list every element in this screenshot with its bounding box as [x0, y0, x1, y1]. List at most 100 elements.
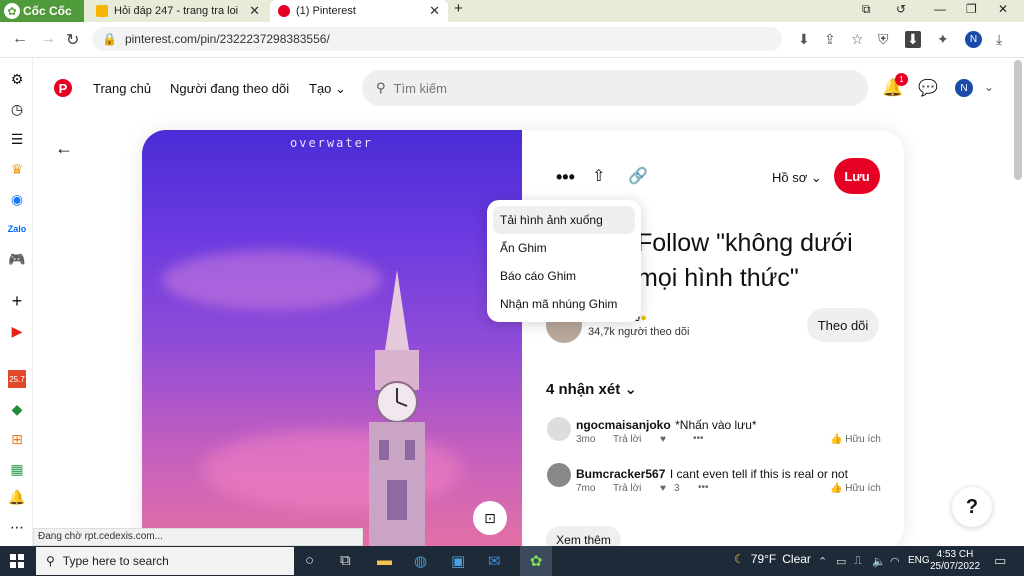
weather-widget[interactable]: ☾ 79°F Clear — [734, 552, 811, 566]
history-back-icon[interactable]: ↺ — [896, 2, 906, 16]
chevron-down-icon: ⌄ — [810, 170, 822, 185]
table-app-icon[interactable]: ▦ — [8, 460, 26, 478]
search-icon: ⚲ — [376, 80, 386, 95]
edge-icon[interactable]: ◍ — [414, 552, 427, 570]
pinterest-logo-icon[interactable]: P — [54, 79, 72, 97]
nav-following[interactable]: Người đang theo dõi — [170, 81, 289, 96]
comment-avatar[interactable] — [547, 463, 571, 487]
menu-item-download-image[interactable]: Tải hình ảnh xuống — [493, 206, 635, 234]
shield-icon[interactable]: ⛨ — [878, 31, 889, 48]
search-placeholder: Tìm kiếm — [393, 80, 447, 96]
restore-icon[interactable]: ❐ — [966, 2, 977, 16]
file-explorer-icon[interactable]: ▬ — [377, 552, 392, 569]
forward-icon[interactable]: → — [40, 30, 56, 48]
close-window-icon[interactable]: ✕ — [998, 2, 1008, 16]
comment-helpful-link[interactable]: 👍 Hữu ích — [830, 483, 881, 494]
nav-create-label: Tạo — [309, 81, 332, 96]
visual-search-lens-icon[interactable]: ⊡ — [473, 501, 507, 535]
pinterest-search-input[interactable]: ⚲ Tìm kiếm — [362, 70, 868, 106]
help-button[interactable]: ? — [952, 487, 992, 527]
messenger-icon[interactable]: ◉ — [8, 190, 26, 208]
notification-center-icon[interactable]: ▭ — [994, 553, 1006, 569]
board-select[interactable]: Hồ sơ ⌄ — [772, 170, 822, 186]
windows-start-icon[interactable] — [10, 554, 24, 568]
comment-reply-link[interactable]: Trả lời — [613, 483, 641, 494]
notification-bell-icon[interactable]: 🔔 — [8, 488, 26, 506]
extensions-icon[interactable]: ✦ — [937, 31, 949, 48]
comment-time: 7mo — [576, 483, 596, 494]
browser-tab-hoidap[interactable]: Hỏi đáp 247 - trang tra loi ✕ — [88, 0, 268, 22]
mail-icon[interactable]: ✉ — [488, 552, 501, 570]
install-app-icon[interactable]: ⬇ — [798, 31, 810, 48]
taskbar-search-placeholder: Type here to search — [62, 554, 169, 568]
cortana-icon[interactable]: ○ — [305, 552, 314, 569]
download-savior-icon[interactable]: ⬇ — [905, 31, 921, 48]
menu-item-report-pin[interactable]: Báo cáo Ghim — [493, 262, 635, 290]
comment-avatar[interactable] — [547, 417, 571, 441]
nav-create[interactable]: Tạo ⌄ — [309, 81, 346, 97]
settings-gear-icon[interactable]: ⚙ — [8, 70, 26, 88]
store-icon[interactable]: ▣ — [451, 552, 465, 570]
follow-button[interactable]: Theo dõi — [807, 308, 879, 342]
bookmark-star-icon[interactable]: ☆ — [851, 31, 864, 48]
add-sidebar-icon[interactable]: + — [8, 291, 26, 311]
copy-link-icon[interactable]: 🔗 — [628, 166, 648, 186]
tab-title: (1) Pinterest — [296, 5, 356, 17]
new-tab-icon[interactable]: + — [454, 0, 463, 17]
comment-like-heart-icon[interactable]: ♥ — [660, 483, 666, 494]
task-view-icon[interactable]: ⧉ — [340, 552, 351, 569]
network-icon[interactable]: ⎍ — [854, 555, 862, 568]
close-tab-icon[interactable]: ✕ — [249, 3, 260, 19]
menu-item-embed-code[interactable]: Nhận mã nhúng Ghim — [493, 290, 635, 318]
comment-like-heart-icon[interactable]: ♥ — [660, 434, 666, 445]
reading-mode-icon[interactable]: ⧉ — [862, 2, 871, 17]
account-chevron-down-icon[interactable]: ⌄ — [984, 80, 994, 94]
browser-brand[interactable]: ✿ Cốc Cốc — [4, 2, 72, 20]
save-pin-button[interactable]: Lưu — [834, 158, 880, 194]
comment-reply-link[interactable]: Trả lời — [613, 434, 641, 445]
volume-icon[interactable]: 🔈 — [872, 555, 886, 568]
tray-chevron-icon[interactable]: ⌃ — [818, 555, 827, 568]
more-dots-icon[interactable]: ⋯ — [8, 518, 26, 536]
address-bar[interactable]: 🔒 pinterest.com/pin/2322237298383556/ — [92, 27, 782, 51]
zalo-icon[interactable]: Zalo — [8, 220, 27, 238]
turtle-icon[interactable]: ◆ — [8, 400, 26, 418]
user-avatar[interactable]: N — [955, 79, 973, 97]
menu-item-hide-pin[interactable]: Ẩn Ghim — [493, 234, 635, 262]
browser-tab-pinterest[interactable]: (1) Pinterest ✕ — [270, 0, 448, 22]
reload-icon[interactable]: ↻ — [66, 30, 79, 50]
youtube-icon[interactable]: ▶ — [8, 322, 26, 340]
crown-icon[interactable]: ♛ — [8, 160, 26, 178]
share-page-icon[interactable]: ⇪ — [824, 31, 836, 48]
minimize-icon[interactable]: — — [934, 2, 946, 16]
input-language[interactable]: ENG — [908, 555, 930, 566]
messages-chat-icon[interactable]: 💬 — [918, 78, 938, 98]
shopping-sale-icon[interactable]: 25.7 — [8, 370, 26, 388]
back-icon[interactable]: ← — [12, 30, 28, 48]
history-icon[interactable]: ◷ — [8, 100, 26, 118]
browser-profile-avatar[interactable]: N — [965, 31, 982, 48]
share-upload-icon[interactable]: ⇧ — [592, 166, 605, 186]
game-controller-icon[interactable]: 🎮 — [8, 250, 26, 268]
coccoc-taskbar-icon[interactable]: ✿ — [520, 546, 552, 576]
wifi-icon[interactable]: ◠ — [890, 555, 900, 568]
close-tab-icon[interactable]: ✕ — [429, 3, 440, 19]
battery-icon[interactable]: ▭ — [836, 555, 846, 568]
comment-user[interactable]: ngocmaisanjoko — [576, 418, 671, 432]
comment-user[interactable]: Bumcracker567 — [576, 467, 665, 481]
secure-lock-icon: 🔒 — [102, 32, 117, 46]
pin-image[interactable]: overwater ⊡ — [142, 130, 522, 550]
comments-header[interactable]: 4 nhận xét ⌄ — [546, 380, 637, 398]
taskbar-clock[interactable]: 4:53 CH 25/07/2022 — [930, 549, 980, 573]
comment-more-icon[interactable]: ••• — [693, 433, 704, 444]
nav-home[interactable]: Trang chủ — [93, 81, 151, 96]
more-options-icon[interactable]: ••• — [556, 167, 575, 188]
notes-list-icon[interactable]: ☰ — [8, 130, 26, 148]
taskbar-search-input[interactable]: ⚲ Type here to search — [36, 547, 294, 575]
page-scrollbar[interactable] — [1014, 60, 1022, 180]
comment-more-icon[interactable]: ••• — [698, 482, 709, 493]
pin-back-arrow-icon[interactable]: ← — [55, 138, 73, 159]
downloads-icon[interactable]: ⤓ — [996, 31, 1002, 48]
comment-helpful-link[interactable]: 👍 Hữu ích — [830, 434, 881, 445]
cart-icon[interactable]: ⊞ — [8, 430, 26, 448]
